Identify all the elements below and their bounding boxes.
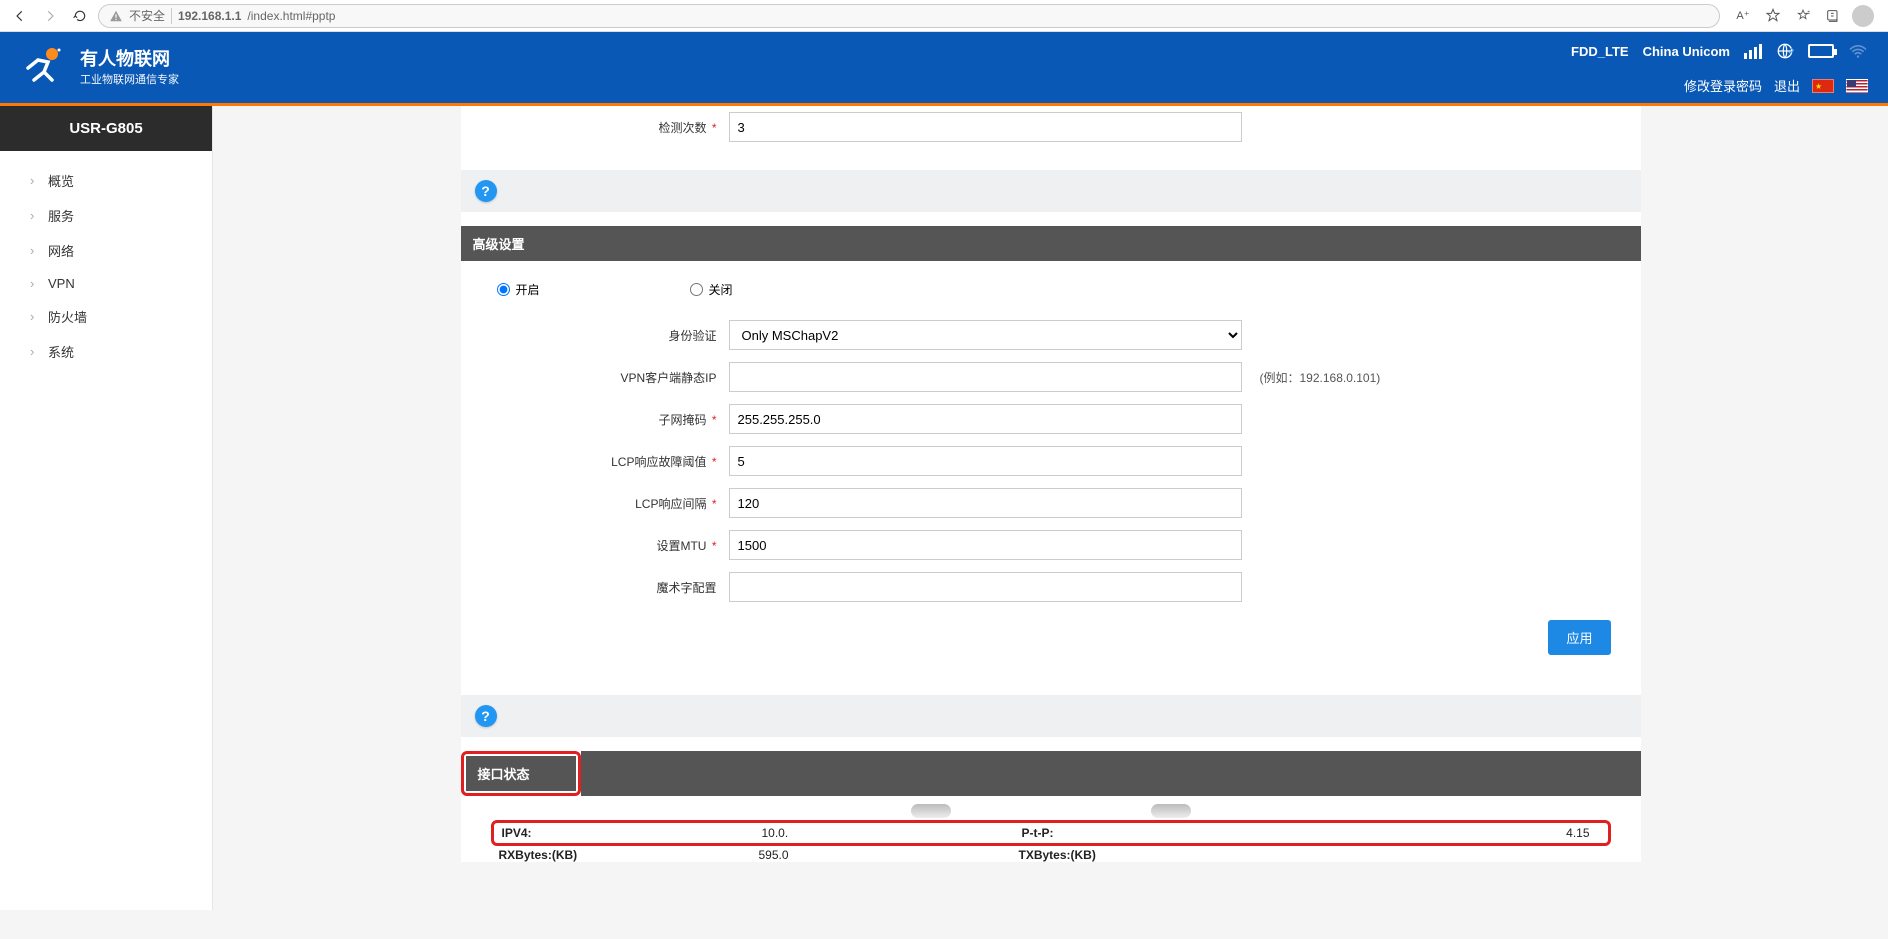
sidebar-item-firewall[interactable]: 防火墙 [0, 299, 212, 334]
flag-us-icon[interactable] [1846, 79, 1868, 93]
rxbytes-label: RXBytes:(KB) [499, 848, 759, 862]
subnet-label: 子网掩码 * [479, 411, 729, 428]
net-mode: FDD_LTE [1571, 44, 1629, 59]
radio-on-input[interactable] [497, 283, 510, 296]
subnet-input[interactable] [729, 404, 1242, 434]
apply-button[interactable]: 应用 [1548, 620, 1610, 655]
read-aloud-icon[interactable]: A⁺ [1732, 5, 1754, 27]
iface-status-header: 接口状态 [466, 756, 576, 791]
warning-icon [109, 9, 123, 23]
battery-icon [1808, 44, 1834, 58]
mtu-label: 设置MTU * [479, 537, 729, 554]
iface-status-header-row: 接口状态 [461, 751, 1641, 796]
change-password-link[interactable]: 修改登录密码 [1684, 76, 1762, 95]
sidebar-item-vpn[interactable]: VPN [0, 268, 212, 299]
security-label: 不安全 [129, 7, 165, 24]
sidebar: USR-G805 概览 服务 网络 VPN 防火墙 系统 [0, 106, 213, 910]
txbytes-label: TXBytes:(KB) [1019, 848, 1279, 862]
globe-icon[interactable] [1776, 42, 1794, 60]
back-button[interactable] [8, 4, 32, 28]
lcp-fail-label: LCP响应故障阈值 * [479, 453, 729, 470]
radio-off-input[interactable] [690, 283, 703, 296]
detect-count-label: 检测次数 * [479, 119, 729, 136]
content-area: 检测次数 * ? 高级设置 开启 关闭 [213, 106, 1888, 910]
sidebar-item-system[interactable]: 系统 [0, 334, 212, 369]
sidebar-nav: 概览 服务 网络 VPN 防火墙 系统 [0, 151, 212, 369]
lcp-fail-input[interactable] [729, 446, 1242, 476]
reload-button[interactable] [68, 4, 92, 28]
help-icon[interactable]: ? [475, 180, 497, 202]
brand-logo-icon [20, 42, 68, 90]
detect-count-input[interactable] [729, 112, 1242, 142]
profile-avatar[interactable] [1852, 5, 1874, 27]
browser-toolbar: 不安全 192.168.1.1/index.html#pptp A⁺ [0, 0, 1888, 32]
sidebar-item-services[interactable]: 服务 [0, 198, 212, 233]
rxbytes-value: 595.0 [759, 848, 1019, 862]
brand-tagline: 工业物联网通信专家 [80, 71, 179, 87]
auth-select[interactable]: Only MSChapV2 [729, 320, 1242, 350]
status-row: RXBytes:(KB) 595.0 TXBytes:(KB) [491, 848, 1611, 862]
sidebar-item-network[interactable]: 网络 [0, 233, 212, 268]
status-row: IPV4: 10.0. P-t-P: 4.15 [502, 825, 1600, 841]
auth-label: 身份验证 [479, 327, 729, 344]
collections-icon[interactable] [1822, 5, 1844, 27]
device-icon [911, 804, 951, 818]
url-host: 192.168.1.1 [178, 9, 241, 23]
vpn-ip-label: VPN客户端静态IP [479, 369, 729, 386]
advanced-section-header: 高级设置 [461, 226, 1641, 261]
favorite-icon[interactable] [1762, 5, 1784, 27]
logout-link[interactable]: 退出 [1774, 76, 1800, 95]
url-bar[interactable]: 不安全 192.168.1.1/index.html#pptp [98, 4, 1720, 28]
magic-label: 魔术字配置 [479, 579, 729, 596]
help-bar-2: ? [461, 695, 1641, 737]
ptp-value: 4.15 [1282, 826, 1600, 840]
carrier-name: China Unicom [1643, 44, 1730, 59]
lcp-interval-label: LCP响应间隔 * [479, 495, 729, 512]
ipv4-value: 10.0. [762, 826, 1022, 840]
wifi-icon [1848, 43, 1868, 59]
page-header: 有人物联网 工业物联网通信专家 FDD_LTE China Unicom 修改登… [0, 32, 1888, 103]
help-bar-1: ? [461, 170, 1641, 212]
radio-off[interactable]: 关闭 [690, 281, 733, 298]
txbytes-value [1279, 848, 1603, 862]
flag-cn-icon[interactable]: ★ [1812, 79, 1834, 93]
vpn-ip-input[interactable] [729, 362, 1242, 392]
signal-icon [1744, 44, 1762, 59]
url-path: /index.html#pptp [247, 9, 335, 23]
magic-input[interactable] [729, 572, 1242, 602]
highlight-annotation: 接口状态 [461, 751, 581, 796]
device-icon [1151, 804, 1191, 818]
forward-button[interactable] [38, 4, 62, 28]
brand-title: 有人物联网 [80, 45, 179, 71]
ipv4-label: IPV4: [502, 826, 762, 840]
ptp-label: P-t-P: [1022, 826, 1282, 840]
device-name: USR-G805 [0, 106, 212, 151]
vpn-ip-hint: (例如：192.168.0.101) [1260, 369, 1381, 386]
mtu-input[interactable] [729, 530, 1242, 560]
help-icon[interactable]: ? [475, 705, 497, 727]
lcp-interval-input[interactable] [729, 488, 1242, 518]
favorites-list-icon[interactable] [1792, 5, 1814, 27]
highlight-annotation: IPV4: 10.0. P-t-P: 4.15 [491, 820, 1611, 846]
sidebar-item-overview[interactable]: 概览 [0, 163, 212, 198]
radio-on[interactable]: 开启 [497, 281, 540, 298]
